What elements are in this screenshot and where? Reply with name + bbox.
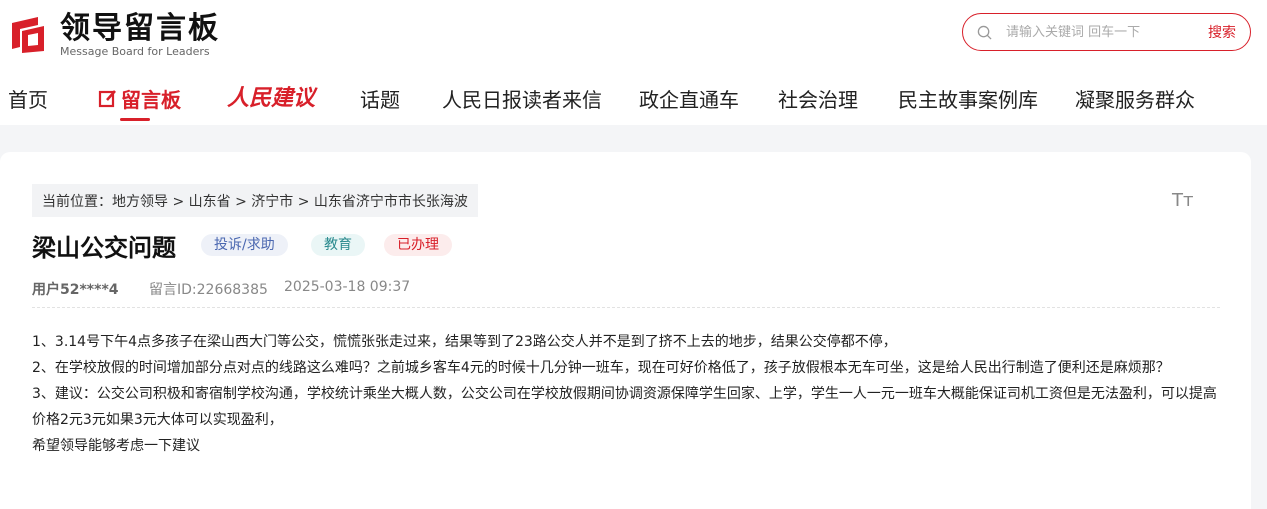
nav-people-suggestion[interactable]: 人民建议 bbox=[227, 80, 315, 112]
nav-serve-masses[interactable]: 凝聚服务群众 bbox=[1075, 84, 1195, 113]
logo-title: 领导留言板 bbox=[60, 10, 220, 46]
message-datetime: 2025-03-18 09:37 bbox=[284, 279, 411, 295]
nav-readers-letters[interactable]: 人民日报读者来信 bbox=[442, 84, 602, 113]
search-box: 搜索 bbox=[962, 13, 1251, 51]
author-name: 用户52****4 bbox=[32, 282, 119, 298]
font-size-icon[interactable]: Tт bbox=[1172, 190, 1193, 211]
nav-message-board[interactable]: 留言板 bbox=[98, 84, 181, 113]
nav-gov-enterprise[interactable]: 政企直通车 bbox=[639, 84, 739, 113]
paragraph: 希望领导能够考虑一下建议 bbox=[32, 438, 200, 454]
breadcrumb: 当前位置：地方领导 > 山东省 > 济宁市 > 山东省济宁市市长张海波 bbox=[32, 184, 478, 217]
nav-topics[interactable]: 话题 bbox=[360, 84, 400, 113]
nav-social-governance[interactable]: 社会治理 bbox=[778, 84, 858, 113]
paragraph: 1、3.14号下午4点多孩子在梁山西大门等公交，慌慌张张走过来，结果等到了23路… bbox=[32, 334, 897, 350]
nav-democracy-stories[interactable]: 民主故事案例库 bbox=[898, 84, 1038, 113]
search-icon bbox=[977, 25, 992, 40]
message-id: 留言ID:22668385 bbox=[149, 282, 268, 298]
search-button[interactable]: 搜索 bbox=[1208, 22, 1236, 42]
message-body: 1、3.14号下午4点多孩子在梁山西大门等公交，慌慌张张走过来，结果等到了23路… bbox=[32, 329, 1227, 459]
tag-category[interactable]: 投诉/求助 bbox=[201, 234, 288, 256]
paragraph: 2、在学校放假的时间增加部分点对点的线路这么难吗？之前城乡客车4元的时候十几分钟… bbox=[32, 360, 1170, 376]
nav-message-board-label: 留言板 bbox=[121, 88, 181, 112]
message-title: 梁山公交问题 bbox=[32, 234, 176, 262]
edit-icon bbox=[98, 89, 116, 107]
tag-field[interactable]: 教育 bbox=[311, 234, 365, 256]
nav-home[interactable]: 首页 bbox=[8, 84, 48, 113]
logo-subtitle: Message Board for Leaders bbox=[60, 44, 210, 58]
status-badge: 已办理 bbox=[384, 234, 452, 256]
site-logo[interactable]: 领导留言板 Message Board for Leaders bbox=[8, 10, 220, 60]
paragraph: 3、建议：公交公司积极和寄宿制学校沟通，学校统计乘坐大概人数，公交公司在学校放假… bbox=[32, 386, 1217, 428]
search-input[interactable] bbox=[1006, 24, 1191, 40]
divider bbox=[32, 307, 1220, 308]
nav-active-indicator bbox=[120, 118, 150, 121]
logo-icon bbox=[8, 15, 48, 55]
